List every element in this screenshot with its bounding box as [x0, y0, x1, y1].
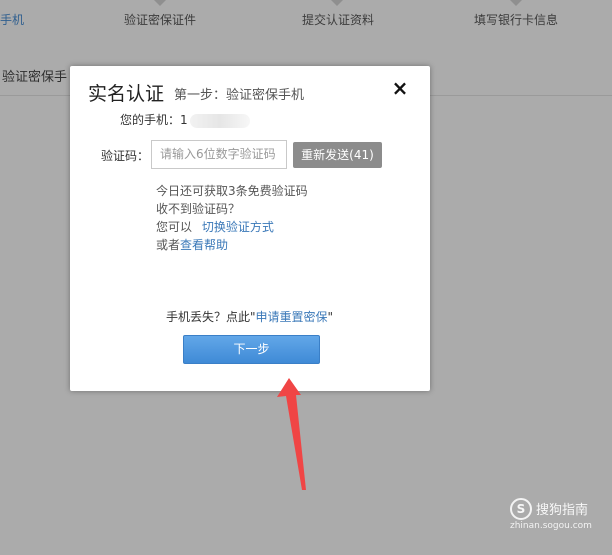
sogou-watermark: S 搜狗指南 zhinan.sogou.com	[510, 498, 610, 538]
arrow-shape	[277, 378, 306, 490]
watermark-text: 搜狗指南	[536, 503, 589, 518]
annotation-arrow-icon	[277, 378, 306, 490]
watermark-url: zhinan.sogou.com	[510, 521, 592, 531]
sogou-logo-icon: S	[510, 498, 532, 520]
